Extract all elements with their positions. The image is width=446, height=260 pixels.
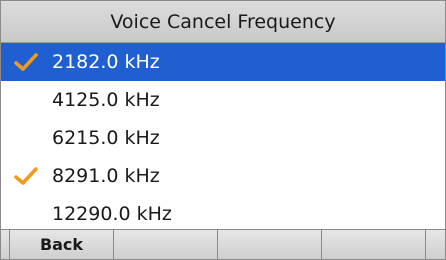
back-button-label: Back [39, 235, 84, 254]
list-item-label: 6215.0 kHz [52, 127, 160, 149]
softkey-edge [1, 230, 10, 259]
list-item-label: 12290.0 kHz [52, 203, 172, 225]
checkmark-icon [14, 53, 38, 71]
softkey-bar: Back [1, 229, 445, 259]
list-item-label: 4125.0 kHz [52, 89, 160, 111]
list-item[interactable]: 6215.0 kHz [1, 119, 445, 157]
list-item[interactable]: 2182.0 kHz [1, 43, 445, 81]
title-bar: Voice Cancel Frequency [1, 1, 445, 43]
softkey-4[interactable] [322, 230, 426, 259]
page-title: Voice Cancel Frequency [110, 10, 336, 33]
list-item[interactable]: 4125.0 kHz [1, 81, 445, 119]
list-item-label: 8291.0 kHz [52, 165, 160, 187]
frequency-list: 2182.0 kHz 4125.0 kHz 6215.0 kHz 8291.0 … [1, 43, 445, 233]
screen: Voice Cancel Frequency 2182.0 kHz 4125.0… [0, 0, 446, 260]
softkey-2[interactable] [114, 230, 218, 259]
list-item-label: 2182.0 kHz [52, 51, 160, 73]
softkey-3[interactable] [218, 230, 322, 259]
list-item[interactable]: 8291.0 kHz [1, 157, 445, 195]
list-item[interactable]: 12290.0 kHz [1, 195, 445, 233]
back-button[interactable]: Back [10, 230, 114, 259]
checkmark-icon [14, 167, 38, 185]
softkey-edge-right [426, 230, 429, 259]
